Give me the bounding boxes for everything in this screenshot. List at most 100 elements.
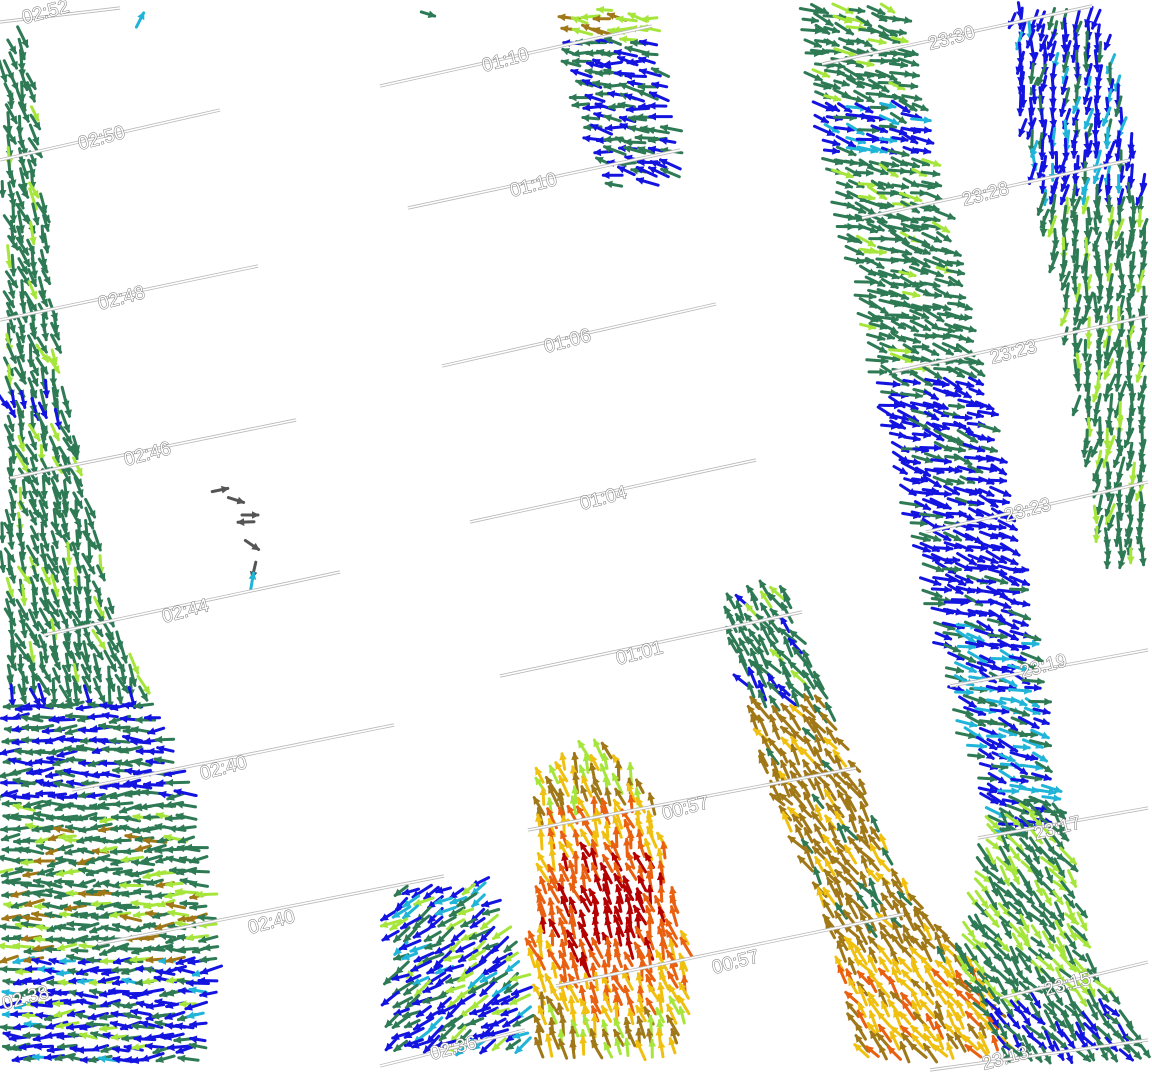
wind-vector [1108,1023,1121,1039]
wind-vector [66,920,91,929]
wind-vector [1081,260,1090,284]
wind-vector [0,521,7,544]
wind-vector [54,855,75,864]
wind-vector [1007,686,1033,695]
wind-vector [75,990,99,999]
wind-vector [1009,707,1030,717]
wind-vector [1138,544,1147,567]
wind-vector [612,826,621,849]
wind-vector [490,1017,507,1028]
wind-vector [822,146,841,155]
wind-vector [1075,989,1088,1007]
wind-vector [120,855,145,864]
wind-vector [199,964,223,975]
time-label: 01:10 [508,169,559,202]
wind-vector [977,423,1001,433]
wind-vector [194,890,219,899]
wind-vector [953,413,973,422]
wind-vector [813,694,826,709]
wind-vector [1117,536,1125,559]
wind-vector [934,209,956,220]
wind-vector [1008,585,1030,594]
wind-vector [985,838,1001,851]
wind-vector [911,476,929,484]
wind-vector [76,846,95,855]
wind-vector [50,530,59,549]
wind-vector [978,726,999,737]
wind-vector [124,832,144,841]
wind-vector [895,313,921,322]
wind-vector [1030,84,1039,105]
wind-vector [510,985,533,996]
wind-vector [1092,217,1100,235]
wind-vector [41,322,50,342]
wind-vector [1030,924,1042,940]
time-label: 23:15 [1042,968,1093,1001]
wind-vector [75,632,84,651]
wind-vector [189,1020,208,1028]
wind-vector [154,735,176,744]
wind-vector [888,347,913,355]
wind-vector [56,1042,78,1051]
wind-vector [1060,34,1069,53]
wind-vector [8,501,17,522]
wind-vector [967,752,986,760]
wind-vector [5,244,14,269]
wind-vector [64,398,72,418]
wind-vector [174,887,200,896]
wind-vector [29,220,37,246]
wind-vector [22,870,41,879]
wind-vector [12,824,35,833]
wind-vector [22,1031,41,1040]
wind-vector [57,832,77,841]
wind-vector-map: 02:52 02:50 02:48 02:46 02:44 02:40 02:4… [0,0,1151,1075]
wind-vector [1028,697,1053,706]
wind-vector [1017,6,1025,30]
wind-vector [988,476,1008,485]
wind-vector [0,393,9,409]
wind-vector [9,253,18,277]
wind-vector [907,893,924,910]
wind-vector [4,270,19,289]
wind-vector [657,884,666,903]
wind-vector [1012,743,1031,752]
wind-vector [8,683,17,708]
wind-vector [821,138,841,147]
wind-vector [57,844,74,852]
wind-vector [987,598,1012,610]
wind-vector [537,828,546,851]
wind-vector [99,866,123,874]
wind-vector [118,639,129,664]
wind-vector [158,790,176,799]
wind-vector [1048,139,1057,160]
wind-vector [1041,794,1062,802]
wind-vector [1102,383,1111,402]
wind-vector [1127,283,1136,302]
wind-vector [90,822,113,831]
wind-vector [1090,437,1102,458]
wind-vector [41,534,50,552]
wind-vector [757,714,769,737]
wind-vector [888,431,907,439]
wind-vector [592,971,601,992]
wind-vector [1016,93,1025,117]
wind-vector [113,836,132,845]
wind-vector [8,565,17,584]
wind-vector [909,189,928,197]
wind-vector [635,177,660,187]
wind-vector [930,457,952,465]
wind-vector [185,933,210,942]
wind-vector [97,975,121,985]
wind-vector [678,1005,686,1025]
wind-vector [16,654,25,672]
wind-vector [19,584,28,607]
wind-vector [1112,445,1124,468]
wind-vector [942,565,962,574]
wind-vector [87,791,106,800]
wind-vector [1113,528,1122,548]
wind-vector [111,1045,130,1054]
wind-vector [1067,869,1078,888]
wind-vector [753,699,771,720]
wind-vector [615,15,638,24]
wind-vector [1080,437,1089,458]
